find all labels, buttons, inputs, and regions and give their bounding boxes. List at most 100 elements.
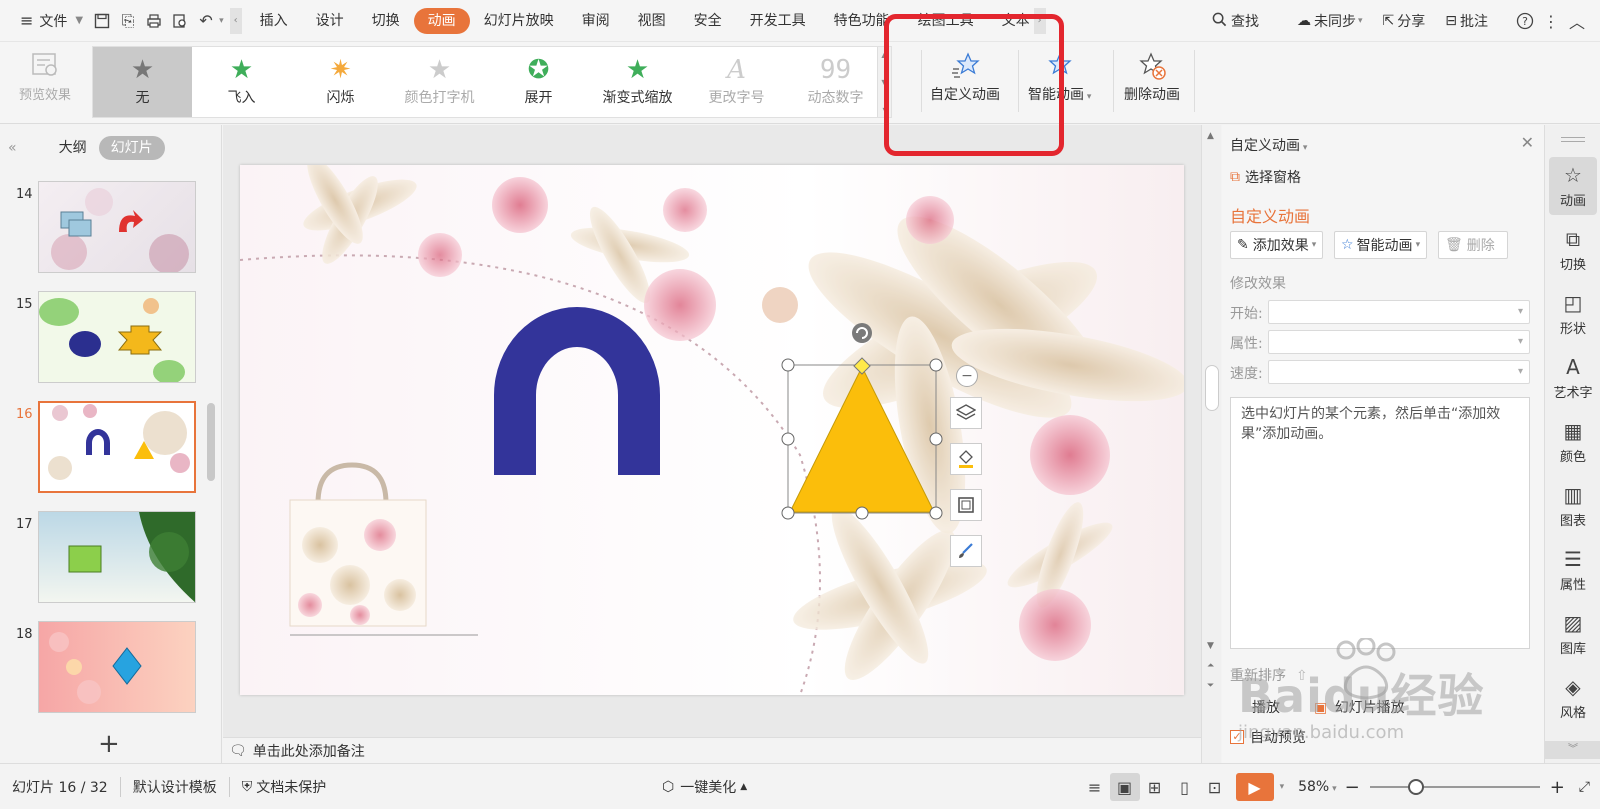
slide-thumbnail-14[interactable]: 14: [0, 181, 210, 277]
slide-thumbnail-15[interactable]: 15: [0, 291, 210, 387]
tab-developer[interactable]: 开发工具: [736, 8, 820, 34]
tab-security[interactable]: 安全: [680, 8, 736, 34]
sidebar-collapse-icon[interactable]: ︾: [1545, 741, 1600, 759]
comment-button[interactable]: ⊟ 批注: [1439, 7, 1494, 35]
format-painter-icon[interactable]: ⎘: [115, 7, 141, 35]
property-select[interactable]: ▾: [1268, 330, 1530, 354]
gallery-up-icon[interactable]: ▲: [881, 50, 887, 59]
reading-view-icon[interactable]: ▯: [1170, 773, 1200, 801]
scroll-down-icon[interactable]: ▼: [1207, 641, 1214, 651]
sidebar-item-style[interactable]: ◈ 风格: [1549, 669, 1597, 727]
slides-scrollbar[interactable]: [207, 403, 215, 481]
search-button[interactable]: 查找: [1206, 7, 1265, 35]
animation-fly-in[interactable]: ★ 飞入: [192, 47, 291, 117]
undo-icon[interactable]: ↶: [193, 7, 219, 35]
animation-gradient-zoom[interactable]: ★ 渐变式缩放: [588, 47, 687, 117]
slide-thumbnail-16[interactable]: 16: [0, 401, 210, 497]
tab-review[interactable]: 审阅: [568, 8, 624, 34]
sidebar-item-wordart[interactable]: A 艺术字: [1549, 349, 1597, 407]
sidebar-item-animation[interactable]: ☆ 动画: [1549, 157, 1597, 215]
scrollbar-thumb[interactable]: [1205, 365, 1219, 411]
play-button[interactable]: 播放: [1252, 697, 1280, 717]
tab-design[interactable]: 设计: [302, 8, 358, 34]
animation-list[interactable]: 选中幻灯片的某个元素，然后单击“添加效果”添加动画。: [1230, 397, 1530, 649]
undo-dropdown-icon[interactable]: ▾: [219, 16, 224, 26]
slideshow-button[interactable]: ▣ 幻灯片播放: [1314, 697, 1405, 717]
sync-button[interactable]: ☁ 未同步 ▾: [1291, 7, 1369, 35]
layers-icon[interactable]: [950, 397, 982, 429]
play-dropdown-icon[interactable]: ▾: [1280, 782, 1285, 792]
animation-none[interactable]: ★ 无: [93, 47, 192, 117]
sidebar-item-gallery[interactable]: ▨ 图库: [1549, 605, 1597, 663]
zoom-level[interactable]: 58% ▾: [1298, 779, 1337, 795]
sidebar-item-chart[interactable]: ▥ 图表: [1549, 477, 1597, 535]
start-select[interactable]: ▾: [1268, 300, 1530, 324]
custom-animation-button[interactable]: 自定义动画: [930, 48, 1000, 114]
outline-icon[interactable]: [950, 489, 982, 521]
tab-slides[interactable]: 幻灯片: [98, 136, 165, 160]
zoom-slider-knob[interactable]: [1407, 779, 1424, 795]
sidebar-item-transition[interactable]: ⧉ 切换: [1549, 221, 1597, 279]
add-slide-icon[interactable]: +: [98, 729, 120, 759]
pane-title[interactable]: 自定义动画 ▾: [1230, 135, 1307, 155]
gallery-down-icon[interactable]: ▼: [881, 78, 887, 87]
tab-view[interactable]: 视图: [624, 8, 680, 34]
sidebar-item-shapes[interactable]: ◰ 形状: [1549, 285, 1597, 343]
fit-window-icon[interactable]: ⤢: [1579, 779, 1590, 795]
collapse-ribbon-icon[interactable]: ︿: [1564, 7, 1590, 35]
delete-animation-button[interactable]: 删除动画: [1124, 48, 1180, 114]
beautify-button[interactable]: ⬡ 一键美化 ▲: [650, 764, 759, 809]
save-icon[interactable]: [89, 7, 115, 35]
preview-effect-button[interactable]: 预览效果: [10, 48, 80, 114]
zoom-out-icon[interactable]: −: [1345, 777, 1360, 798]
zoom-in-icon[interactable]: +: [1550, 777, 1565, 798]
tab-drawing-tools[interactable]: 绘图工具: [904, 8, 988, 34]
tab-transition[interactable]: 切换: [358, 8, 414, 34]
tabs-scroll-right-icon[interactable]: ›: [1033, 7, 1046, 34]
gallery-scrollbar[interactable]: ▲ ▼ ▾: [877, 47, 891, 117]
smart-animation-button[interactable]: 智能动画 ▾: [1028, 48, 1091, 114]
animation-change-font-size[interactable]: A 更改字号: [687, 47, 786, 117]
play-slideshow-button[interactable]: ▶: [1235, 773, 1274, 801]
tab-slideshow[interactable]: 幻灯片放映: [470, 8, 568, 34]
animation-color-typewriter[interactable]: ★ 颜色打字机: [390, 47, 489, 117]
print-icon[interactable]: [141, 7, 167, 35]
tabs-scroll-left-icon[interactable]: ‹: [229, 7, 242, 34]
slide-thumbnail-18[interactable]: 18: [0, 621, 210, 717]
animation-flash[interactable]: ✷ 闪烁: [291, 47, 390, 117]
slide-sorter-icon[interactable]: ⊞: [1140, 773, 1170, 801]
smart-animation-pane-button[interactable]: ☆ 智能动画 ▾: [1334, 231, 1428, 259]
tab-outline[interactable]: 大纲: [47, 136, 99, 160]
canvas-vertical-scrollbar[interactable]: ▲ ▼ ⏶ ⏷: [1201, 125, 1221, 763]
gallery-more-icon[interactable]: ▾: [882, 105, 886, 114]
brush-icon[interactable]: [950, 535, 982, 567]
print-preview-icon[interactable]: [167, 7, 193, 35]
tab-insert[interactable]: 插入: [246, 8, 302, 34]
prev-slide-icon[interactable]: ⏶: [1207, 661, 1214, 671]
more-icon[interactable]: ⋮: [1538, 7, 1564, 35]
collapse-panel-icon[interactable]: «: [8, 140, 17, 156]
presenter-view-icon[interactable]: ⊡: [1200, 773, 1230, 801]
slide-thumbnail-17[interactable]: 17: [0, 511, 210, 607]
tab-text[interactable]: 文本: [988, 8, 1034, 34]
file-menu-button[interactable]: ≡ 文件 ▼: [14, 7, 89, 35]
move-up-icon[interactable]: ⇧: [1296, 668, 1308, 684]
close-icon[interactable]: ✕: [1521, 133, 1534, 152]
scroll-up-icon[interactable]: ▲: [1207, 131, 1214, 141]
tab-animation[interactable]: 动画: [413, 7, 470, 34]
notes-view-icon[interactable]: ≡: [1080, 773, 1110, 801]
sidebar-item-color[interactable]: ▦ 颜色: [1549, 413, 1597, 471]
help-icon[interactable]: ?: [1512, 7, 1538, 35]
delete-effect-button[interactable]: 🗑 删除: [1438, 231, 1508, 259]
normal-view-icon[interactable]: ▣: [1109, 773, 1140, 801]
document-protection-button[interactable]: ⛨ 文档未保护: [230, 764, 339, 809]
speed-select[interactable]: ▾: [1268, 360, 1530, 384]
sidebar-item-properties[interactable]: ☰ 属性: [1549, 541, 1597, 599]
animation-dynamic-number[interactable]: 99 动态数字: [786, 47, 885, 117]
fill-bucket-icon[interactable]: [950, 443, 982, 475]
selection-pane-button[interactable]: ⧉ 选择窗格: [1230, 167, 1301, 187]
notes-area[interactable]: 🗨 单击此处添加备注: [223, 737, 1201, 763]
animation-expand[interactable]: ✪ 展开: [489, 47, 588, 117]
tab-special-features[interactable]: 特色功能: [820, 8, 904, 34]
zoom-slider[interactable]: [1369, 779, 1540, 795]
